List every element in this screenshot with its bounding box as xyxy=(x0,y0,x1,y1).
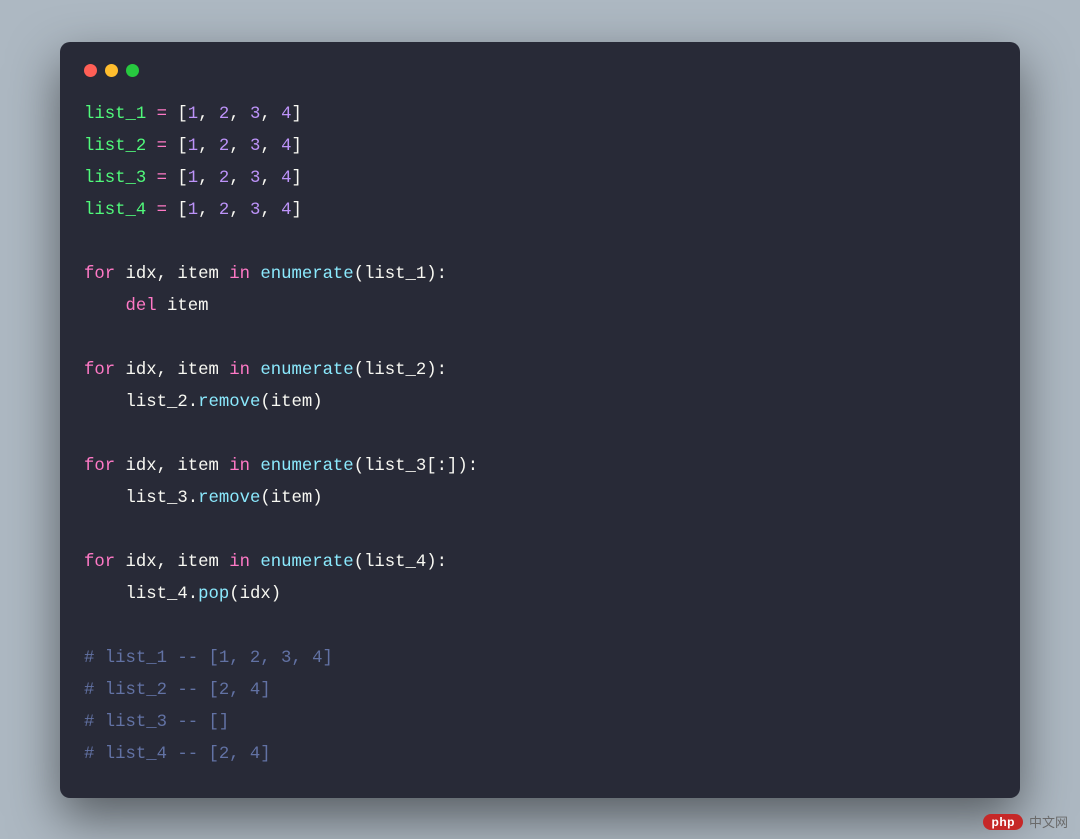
traffic-lights xyxy=(84,62,996,77)
code-block: list_1 = [1, 2, 3, 4] list_2 = [1, 2, 3,… xyxy=(84,99,996,771)
close-icon[interactable] xyxy=(84,64,97,77)
php-badge: php xyxy=(983,814,1023,830)
watermark-text: 中文网 xyxy=(1029,812,1068,831)
code-window: list_1 = [1, 2, 3, 4] list_2 = [1, 2, 3,… xyxy=(60,42,1020,798)
watermark: php 中文网 xyxy=(983,812,1068,831)
maximize-icon[interactable] xyxy=(126,64,139,77)
minimize-icon[interactable] xyxy=(105,64,118,77)
